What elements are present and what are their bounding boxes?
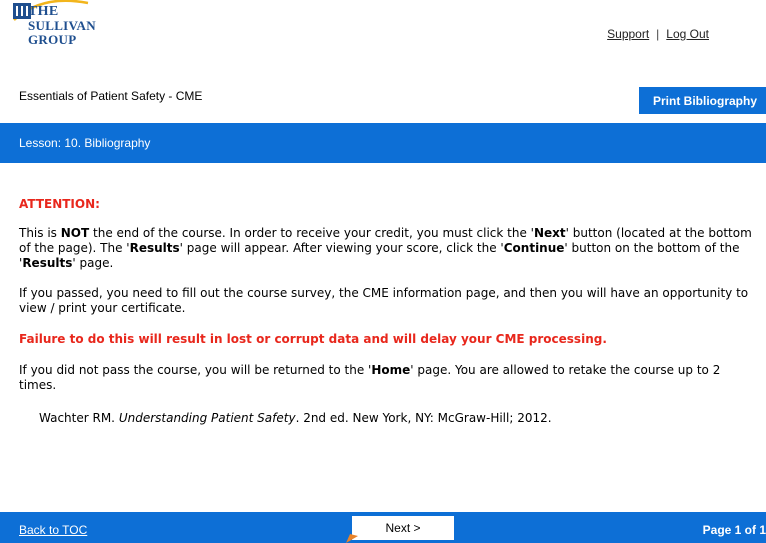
support-link[interactable]: Support — [607, 27, 649, 41]
text: the end of the course. In order to recei… — [89, 226, 534, 240]
link-separator: | — [656, 27, 660, 41]
lesson-content: ATTENTION: This is NOT the end of the co… — [19, 197, 755, 426]
mouse-cursor-icon — [346, 534, 358, 543]
logo-line-2: SULLIVAN — [28, 18, 96, 33]
lesson-title: Lesson: 10. Bibliography — [19, 136, 151, 150]
emphasis: Next — [533, 226, 566, 240]
print-bibliography-button[interactable]: Print Bibliography — [639, 87, 766, 114]
logout-link[interactable]: Log Out — [666, 27, 709, 41]
not-passed-paragraph: If you did not pass the course, you will… — [19, 363, 755, 393]
logo-text: THE SULLIVAN GROUP — [28, 5, 96, 47]
text: If you did not pass the course, you will… — [19, 363, 372, 377]
emphasis: Results — [129, 241, 180, 255]
text: This is — [19, 226, 61, 240]
back-to-toc-link[interactable]: Back to TOC — [19, 523, 87, 537]
bib-author: Wachter RM. — [39, 411, 119, 425]
course-title: Essentials of Patient Safety - CME — [19, 89, 203, 103]
emphasis: Results — [22, 256, 73, 270]
text: ' page will appear. After viewing your s… — [179, 241, 504, 255]
warning-message: Failure to do this will result in lost o… — [19, 332, 607, 346]
top-links: Support | Log Out — [607, 27, 709, 41]
next-button[interactable]: Next > — [352, 516, 454, 540]
bib-title: Understanding Patient Safety — [118, 411, 296, 425]
emphasis: Continue — [503, 241, 565, 255]
instructions-paragraph: This is NOT the end of the course. In or… — [19, 226, 755, 271]
sullivan-group-logo[interactable]: THE SULLIVAN GROUP — [12, 0, 122, 62]
lesson-bar: Lesson: 10. Bibliography — [0, 123, 766, 163]
logo-line-3: GROUP — [28, 32, 77, 47]
bib-details: . 2nd ed. New York, NY: McGraw-Hill; 201… — [295, 411, 552, 425]
passed-paragraph: If you passed, you need to fill out the … — [19, 286, 749, 315]
emphasis: NOT — [60, 226, 90, 240]
text: ' page. — [72, 256, 114, 270]
emphasis: Home — [371, 363, 411, 377]
page-indicator: Page 1 of 1 — [702, 523, 766, 537]
bibliography-entry: Wachter RM. Understanding Patient Safety… — [39, 411, 755, 426]
footer-bar: Back to TOC Next > Page 1 of 1 — [0, 512, 766, 543]
logo-line-1: THE — [28, 4, 59, 19]
attention-heading: ATTENTION: — [19, 197, 100, 211]
